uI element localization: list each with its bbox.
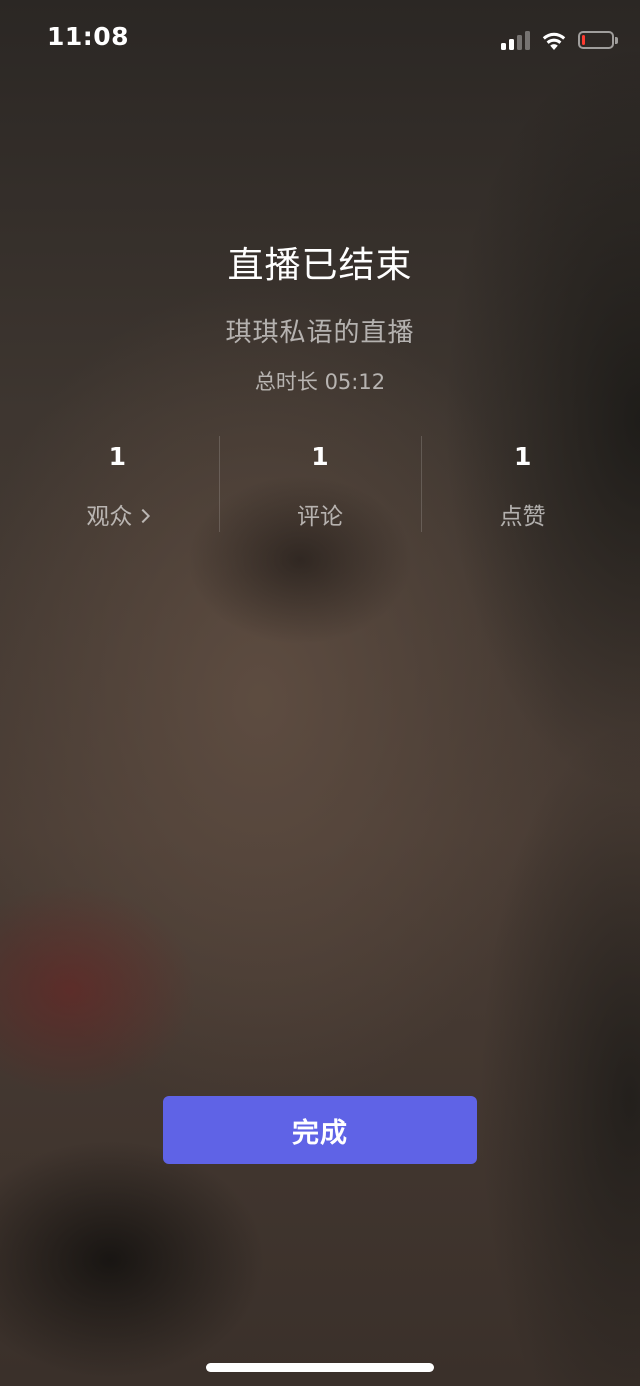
battery-level <box>582 35 585 45</box>
stat-comments-value: 1 <box>311 442 329 471</box>
stat-likes: 1 点赞 <box>421 436 624 532</box>
total-duration: 总时长 05:12 <box>254 370 386 394</box>
live-stats: 1 观众 1 评论 1 点赞 <box>16 436 624 532</box>
live-ended-title: 直播已结束 <box>227 245 413 286</box>
stat-viewers-value: 1 <box>108 442 127 471</box>
cellular-signal-icon <box>501 30 530 50</box>
home-indicator[interactable] <box>206 1363 434 1372</box>
stat-viewers[interactable]: 1 观众 <box>16 436 219 532</box>
stat-likes-value: 1 <box>513 442 532 471</box>
stat-viewers-label: 观众 <box>86 504 133 530</box>
stat-likes-label: 点赞 <box>499 504 546 530</box>
stat-comments: 1 评论 <box>218 436 422 532</box>
status-icons <box>501 27 618 53</box>
done-button[interactable]: 完成 <box>163 1096 477 1164</box>
wifi-icon <box>542 32 566 50</box>
streamer-live-name: 琪琪私语的直播 <box>225 318 415 348</box>
live-ended-screen: 11:08 直播已结束 琪琪私语的直播 总时长 05:12 1 观众 1 评论 <box>0 0 640 1386</box>
battery-icon <box>578 31 618 49</box>
stat-comments-label: 评论 <box>297 504 343 530</box>
status-time: 11:08 <box>47 22 130 51</box>
chevron-right-icon <box>136 508 151 524</box>
